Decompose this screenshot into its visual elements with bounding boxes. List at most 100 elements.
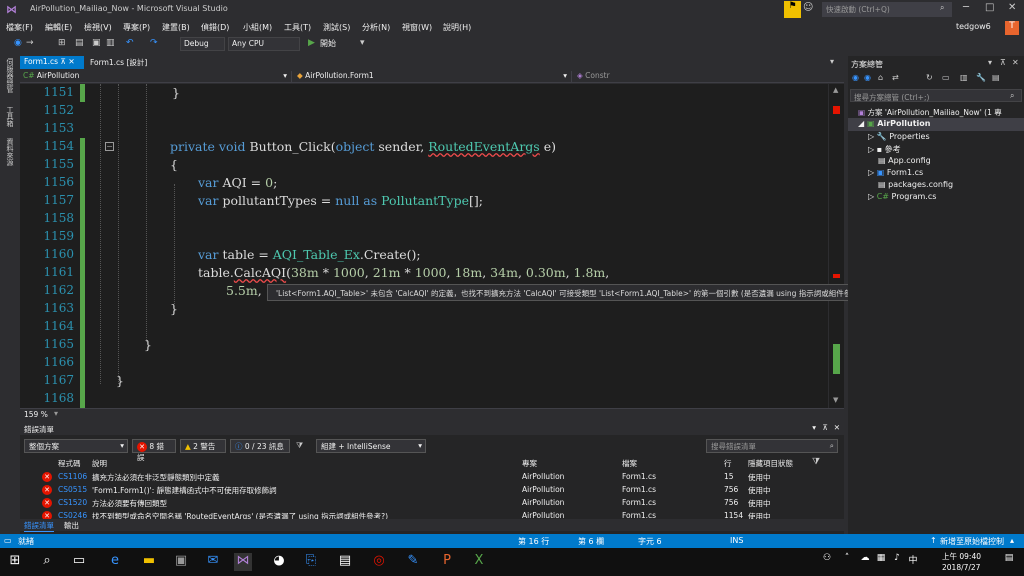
menu-project[interactable]: 專案(P) <box>123 22 150 33</box>
platform-select[interactable]: Any CPU <box>228 37 300 51</box>
open-icon[interactable]: ▤ <box>75 38 84 48</box>
menu-team[interactable]: 小組(M) <box>243 22 272 33</box>
panel-menu-icon[interactable]: ▾ <box>812 423 816 432</box>
close-button[interactable]: ✕ <box>1008 2 1016 13</box>
project-node[interactable]: ◢ ▣ AirPollution <box>858 119 930 128</box>
project-dropdown[interactable]: C# AirPollution ▾ <box>20 71 292 82</box>
scroll-up-icon[interactable]: ▲ <box>833 86 838 94</box>
code-editor[interactable]: − 1151 1152 1153 1154 1155 1156 1157 1158 1159 11… <box>20 84 844 408</box>
tree-item-references[interactable]: ▷ ▪ 參考 <box>868 144 901 155</box>
home-icon[interactable]: ⌂ <box>878 73 883 82</box>
column-filter-icon[interactable]: ⧩ <box>812 457 820 467</box>
panel-menu-icon[interactable]: ▾ <box>988 58 992 67</box>
auto-hide-icon[interactable]: ⊼ <box>1000 58 1006 67</box>
file-explorer-icon[interactable]: ▬ <box>140 553 158 571</box>
data-sources-tab[interactable]: 資料來源 <box>5 138 15 166</box>
forward-icon[interactable]: → <box>26 38 34 48</box>
tree-item-app-config[interactable]: ▤ App.config <box>878 156 931 165</box>
table-row[interactable]: ✕ CS0515 'Form1.Form1()': 靜態建構函式中不可使用存取修飾詞… <box>20 484 824 496</box>
forward-icon[interactable]: ◉ <box>864 73 871 82</box>
store-icon[interactable]: ▣ <box>172 553 190 571</box>
quick-launch-input[interactable]: 快速啟動 (Ctrl+Q) <box>822 2 952 17</box>
collapse-icon[interactable]: − <box>105 142 114 151</box>
messages-filter-button[interactable]: ⓘ 0 / 23 訊息 <box>230 439 290 453</box>
close-tab-icon[interactable]: ✕ <box>68 57 74 66</box>
toolbox-tab[interactable]: 工具箱 <box>5 106 15 127</box>
header-code[interactable]: 程式碼 <box>58 458 81 470</box>
chrome-icon[interactable]: ◎ <box>370 553 388 571</box>
menu-tools[interactable]: 工具(T) <box>284 22 311 33</box>
start-icon[interactable]: ▶ <box>308 38 315 48</box>
visual-studio-icon[interactable]: ⋈ <box>234 553 252 571</box>
menu-edit[interactable]: 編輯(E) <box>45 22 72 33</box>
zoom-level[interactable]: 159 % <box>24 410 48 419</box>
avatar[interactable]: T <box>1005 21 1019 35</box>
filter-icon[interactable]: ⧩ <box>296 441 303 451</box>
network-app-icon[interactable]: ⎘ <box>302 553 320 571</box>
tree-item-form1[interactable]: ▷ ▣ Form1.cs <box>868 168 923 177</box>
tab-output[interactable]: 輸出 <box>64 520 79 531</box>
error-search-input[interactable]: 搜尋錯誤清單 ⌕ <box>706 439 838 453</box>
menu-help[interactable]: 說明(H) <box>443 22 471 33</box>
properties-icon[interactable]: 🔧 <box>976 73 986 82</box>
close-panel-icon[interactable]: ✕ <box>834 423 840 432</box>
start-button[interactable]: 開始 <box>320 38 336 49</box>
header-project[interactable]: 專案 <box>522 458 537 470</box>
show-all-files-icon[interactable]: ▥ <box>960 73 968 82</box>
configuration-select[interactable]: Debug <box>180 37 225 51</box>
paint-app-icon[interactable]: ✎ <box>404 553 422 571</box>
menu-view[interactable]: 檢視(V) <box>84 22 112 33</box>
undo-icon[interactable]: ↶ <box>126 38 134 48</box>
vertical-scrollbar[interactable]: ▲ ▼ <box>828 84 844 408</box>
tab-overflow-icon[interactable]: ▾ <box>830 57 834 66</box>
errors-filter-button[interactable]: ✕ 8 錯誤 <box>132 439 176 462</box>
search-icon[interactable]: ⌕ <box>38 553 56 571</box>
tab-form1-cs[interactable]: Form1.cs ⊼ ✕ <box>20 56 84 69</box>
menu-test[interactable]: 測試(S) <box>323 22 350 33</box>
table-row[interactable]: ✕ CS1106 擴充方法必須在非泛型靜態類別中定義 AirPollution Form… <box>20 471 824 483</box>
clock-date[interactable]: 2018/7/27 <box>942 563 980 572</box>
toolbar-extra-icon[interactable]: ▾ <box>360 38 365 48</box>
menu-file[interactable]: 檔案(F) <box>6 22 33 33</box>
class-dropdown[interactable]: ◆ AirPollution.Form1 ▾ <box>294 71 572 82</box>
new-project-icon[interactable]: ⊞ <box>58 38 66 48</box>
powerpoint-icon[interactable]: P <box>438 553 456 571</box>
tree-item-properties[interactable]: ▷ 🔧 Properties <box>868 132 930 141</box>
user-name[interactable]: tedgow6 <box>956 22 991 31</box>
people-icon[interactable]: ⚇ <box>818 553 836 571</box>
menu-analyze[interactable]: 分析(N) <box>362 22 390 33</box>
minimize-button[interactable]: ─ <box>963 2 969 13</box>
solution-search-input[interactable]: 搜尋方案總管 (Ctrl+;) ⌕ <box>850 89 1022 102</box>
sync-icon[interactable]: ⇄ <box>892 73 899 82</box>
task-view-icon[interactable]: ▭ <box>70 553 88 571</box>
solution-node[interactable]: ▣ 方案 'AirPollution_Mailiao_Now' (1 專 <box>858 107 1002 118</box>
save-icon[interactable]: ▣ <box>92 38 101 48</box>
auto-hide-icon[interactable]: ⊼ <box>823 423 829 432</box>
tab-error-list[interactable]: 錯誤清單 <box>24 520 54 532</box>
header-file[interactable]: 檔案 <box>622 458 637 470</box>
warnings-filter-button[interactable]: ▲ 2 警告 <box>180 439 226 453</box>
pin-icon[interactable]: ⊼ <box>60 57 66 66</box>
save-all-icon[interactable]: ▥ <box>106 38 115 48</box>
refresh-icon[interactable]: ↻ <box>926 73 933 82</box>
header-line[interactable]: 行 <box>724 458 732 470</box>
add-to-source-control-button[interactable]: 新增至原始檔控制 <box>940 536 1004 547</box>
close-panel-icon[interactable]: ✕ <box>1012 58 1019 67</box>
zoom-dropdown-icon[interactable]: ▾ <box>54 409 58 418</box>
edge-icon[interactable]: e <box>106 553 124 571</box>
mail-icon[interactable]: ✉ <box>204 553 222 571</box>
app-icon[interactable]: ◕ <box>270 553 288 571</box>
collapse-all-icon[interactable]: ▭ <box>942 73 950 82</box>
tree-item-packages-config[interactable]: ▤ packages.config <box>878 180 953 189</box>
header-suppression-state[interactable]: 隱藏項目狀態 <box>748 458 793 470</box>
ime-icon[interactable]: 中 <box>904 553 922 571</box>
clock-time[interactable]: 上午 09:40 <box>942 551 981 562</box>
tree-item-program[interactable]: ▷ C# Program.cs <box>868 192 936 201</box>
windows-start-icon[interactable]: ⊞ <box>6 553 24 571</box>
tray-arrow-icon[interactable]: ˄ <box>838 553 856 571</box>
feedback-icon[interactable]: ☺ <box>803 2 813 13</box>
tab-form1-designer[interactable]: Form1.cs [設計] <box>86 56 170 69</box>
back-icon[interactable]: ◉ <box>14 38 22 48</box>
menu-build[interactable]: 建置(B) <box>162 22 190 33</box>
menu-debug[interactable]: 偵錯(D) <box>201 22 229 33</box>
